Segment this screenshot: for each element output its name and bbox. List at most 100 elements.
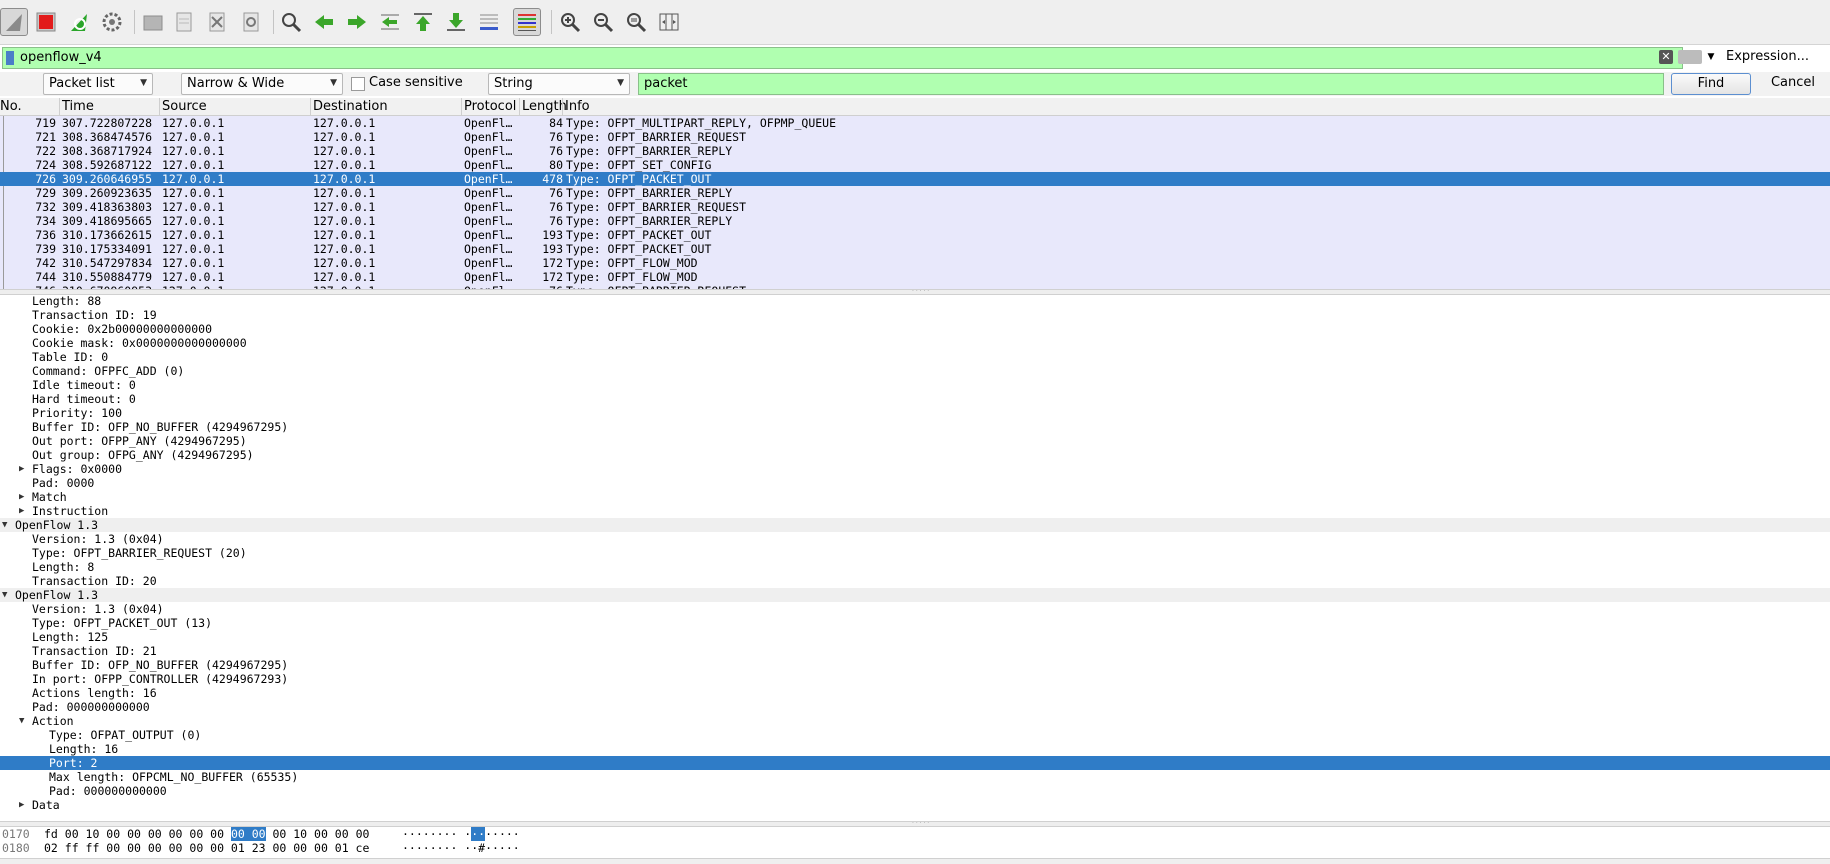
shark-fin-icon[interactable] bbox=[0, 8, 28, 36]
column-header-no[interactable]: No. bbox=[0, 99, 22, 114]
zoom-in-icon[interactable] bbox=[557, 9, 583, 35]
expand-arrow-right-icon[interactable]: ▶ bbox=[19, 798, 29, 812]
colorize-icon[interactable] bbox=[513, 8, 541, 36]
packet-row[interactable]: 739 310.175334091 127.0.0.1 127.0.0.1 OpenFl… bbox=[0, 242, 1830, 256]
packet-row[interactable]: 736 310.173662615 127.0.0.1 127.0.0.1 OpenFl… bbox=[0, 228, 1830, 242]
protocol-tree-item[interactable]: Cookie: 0x2b00000000000000 bbox=[0, 322, 1830, 336]
cancel-button[interactable]: Cancel bbox=[1758, 73, 1828, 93]
protocol-tree-item[interactable]: Length: 88 bbox=[0, 294, 1830, 308]
protocol-tree-item[interactable]: Type: OFPT_BARRIER_REQUEST (20) bbox=[0, 546, 1830, 560]
packet-row[interactable]: 742 310.547297834 127.0.0.1 127.0.0.1 OpenFl… bbox=[0, 256, 1830, 270]
protocol-tree-item[interactable]: Command: OFPFC_ADD (0) bbox=[0, 364, 1830, 378]
case-sensitive-checkbox[interactable] bbox=[351, 77, 365, 91]
bookmark-icon[interactable] bbox=[6, 51, 14, 65]
protocol-tree-item[interactable]: Idle timeout: 0 bbox=[0, 378, 1830, 392]
protocol-tree-item[interactable]: Type: OFPAT_OUTPUT (0) bbox=[0, 728, 1830, 742]
packet-row[interactable]: 719 307.722807228 127.0.0.1 127.0.0.1 OpenFl… bbox=[0, 116, 1830, 130]
find-button[interactable]: Find bbox=[1671, 73, 1751, 95]
column-header-time[interactable]: Time bbox=[62, 99, 94, 114]
protocol-tree-item[interactable]: Out port: OFPP_ANY (4294967295) bbox=[0, 434, 1830, 448]
display-filter-input[interactable]: openflow_v4 ✕ bbox=[2, 47, 1702, 69]
packet-row[interactable]: 734 309.418695665 127.0.0.1 127.0.0.1 OpenFl… bbox=[0, 214, 1830, 228]
protocol-tree-item[interactable]: ▶ Flags: 0x0000 bbox=[0, 462, 1830, 476]
find-query-input[interactable]: packet bbox=[638, 73, 1664, 95]
packet-row[interactable]: 721 308.368474576 127.0.0.1 127.0.0.1 OpenFl… bbox=[0, 130, 1830, 144]
packet-row[interactable]: 744 310.550884779 127.0.0.1 127.0.0.1 OpenFl… bbox=[0, 270, 1830, 284]
protocol-tree-item[interactable]: Length: 16 bbox=[0, 742, 1830, 756]
packet-row[interactable]: 722 308.368717924 127.0.0.1 127.0.0.1 OpenFl… bbox=[0, 144, 1830, 158]
column-separator[interactable] bbox=[159, 98, 160, 115]
column-separator[interactable] bbox=[310, 98, 311, 115]
protocol-tree-item[interactable]: Version: 1.3 (0x04) bbox=[0, 602, 1830, 616]
protocol-tree-item[interactable]: Pad: 000000000000 bbox=[0, 784, 1830, 798]
column-separator[interactable] bbox=[461, 98, 462, 115]
packet-row[interactable]: 726 309.260646955 127.0.0.1 127.0.0.1 OpenFl… bbox=[0, 172, 1830, 186]
protocol-tree-item[interactable]: Out group: OFPG_ANY (4294967295) bbox=[0, 448, 1830, 462]
protocol-tree-item[interactable]: Cookie mask: 0x0000000000000000 bbox=[0, 336, 1830, 350]
auto-scroll-icon[interactable] bbox=[476, 9, 502, 35]
find-packet-icon[interactable] bbox=[278, 9, 304, 35]
protocol-tree-item[interactable]: Pad: 0000 bbox=[0, 476, 1830, 490]
protocol-tree-item[interactable]: Hard timeout: 0 bbox=[0, 392, 1830, 406]
hex-dump-row[interactable]: 0170 fd 00 10 00 00 00 00 00 00 00 00 00 … bbox=[0, 827, 1830, 841]
protocol-tree-section[interactable]: ▼ OpenFlow 1.3 bbox=[0, 518, 1830, 532]
protocol-tree-item[interactable]: Table ID: 0 bbox=[0, 350, 1830, 364]
protocol-tree-item[interactable]: Max length: OFPCML_NO_BUFFER (65535) bbox=[0, 770, 1830, 784]
clear-filter-icon[interactable]: ✕ bbox=[1659, 50, 1673, 64]
protocol-tree-item[interactable]: In port: OFPP_CONTROLLER (4294967293) bbox=[0, 672, 1830, 686]
resize-columns-icon[interactable] bbox=[656, 9, 682, 35]
protocol-tree-item[interactable]: Priority: 100 bbox=[0, 406, 1830, 420]
packet-row[interactable]: 729 309.260923635 127.0.0.1 127.0.0.1 OpenFl… bbox=[0, 186, 1830, 200]
apply-filter-arrow-icon[interactable] bbox=[1678, 50, 1702, 64]
close-file-icon[interactable] bbox=[204, 9, 230, 35]
column-separator[interactable] bbox=[59, 98, 60, 115]
expression-button[interactable]: Expression... bbox=[1726, 49, 1809, 64]
protocol-tree-item[interactable]: Buffer ID: OFP_NO_BUFFER (4294967295) bbox=[0, 420, 1830, 434]
column-separator[interactable] bbox=[562, 98, 563, 115]
protocol-tree-item[interactable]: Actions length: 16 bbox=[0, 686, 1830, 700]
expand-arrow-down-icon[interactable]: ▼ bbox=[19, 714, 29, 728]
go-first-icon[interactable] bbox=[410, 9, 436, 35]
protocol-tree-item[interactable]: Transaction ID: 21 bbox=[0, 644, 1830, 658]
protocol-tree-item[interactable]: Type: OFPT_PACKET_OUT (13) bbox=[0, 616, 1830, 630]
protocol-tree-item[interactable]: Pad: 000000000000 bbox=[0, 700, 1830, 714]
column-header-length[interactable]: Length bbox=[522, 99, 567, 114]
go-back-icon[interactable] bbox=[311, 9, 337, 35]
options-gear-icon[interactable] bbox=[99, 9, 125, 35]
restart-icon[interactable] bbox=[66, 9, 92, 35]
protocol-tree-item[interactable]: Transaction ID: 19 bbox=[0, 308, 1830, 322]
protocol-tree-item[interactable]: Transaction ID: 20 bbox=[0, 574, 1830, 588]
protocol-tree-item[interactable]: ▶ Match bbox=[0, 490, 1830, 504]
column-header-protocol[interactable]: Protocol bbox=[464, 99, 516, 114]
expand-arrow-down-icon[interactable]: ▼ bbox=[2, 588, 12, 602]
search-type-select[interactable]: String ▼ bbox=[488, 73, 630, 95]
packet-row[interactable]: 732 309.418363803 127.0.0.1 127.0.0.1 OpenFl… bbox=[0, 200, 1830, 214]
packet-row[interactable]: 724 308.592687122 127.0.0.1 127.0.0.1 OpenFl… bbox=[0, 158, 1830, 172]
hex-dump-row[interactable]: 0180 02 ff ff 00 00 00 00 00 00 01 23 00 … bbox=[0, 841, 1830, 855]
protocol-tree-item[interactable]: ▼ Action bbox=[0, 714, 1830, 728]
column-header-destination[interactable]: Destination bbox=[313, 99, 388, 114]
filter-history-chevron-icon[interactable]: ▼ bbox=[1704, 47, 1718, 67]
protocol-tree-item[interactable]: Buffer ID: OFP_NO_BUFFER (4294967295) bbox=[0, 658, 1830, 672]
expand-arrow-right-icon[interactable]: ▶ bbox=[19, 462, 29, 476]
search-scope-select[interactable]: Packet list ▼ bbox=[43, 73, 153, 95]
column-header-source[interactable]: Source bbox=[162, 99, 207, 114]
protocol-tree-item[interactable]: ▶ Instruction bbox=[0, 504, 1830, 518]
char-width-select[interactable]: Narrow & Wide ▼ bbox=[181, 73, 343, 95]
protocol-tree-item[interactable]: Port: 2 bbox=[0, 756, 1830, 770]
zoom-out-icon[interactable] bbox=[590, 9, 616, 35]
expand-arrow-right-icon[interactable]: ▶ bbox=[19, 490, 29, 504]
column-header-info[interactable]: Info bbox=[565, 99, 590, 114]
go-last-icon[interactable] bbox=[443, 9, 469, 35]
go-to-packet-icon[interactable] bbox=[377, 9, 403, 35]
stop-icon[interactable] bbox=[33, 9, 59, 35]
column-separator[interactable] bbox=[519, 98, 520, 115]
open-file-icon[interactable] bbox=[140, 9, 166, 35]
protocol-tree-item[interactable]: Length: 125 bbox=[0, 630, 1830, 644]
go-forward-icon[interactable] bbox=[344, 9, 370, 35]
protocol-tree-item[interactable]: ▶ Data bbox=[0, 798, 1830, 812]
expand-arrow-down-icon[interactable]: ▼ bbox=[2, 518, 12, 532]
zoom-normal-icon[interactable] bbox=[623, 9, 649, 35]
expand-arrow-right-icon[interactable]: ▶ bbox=[19, 504, 29, 518]
protocol-tree-item[interactable]: Version: 1.3 (0x04) bbox=[0, 532, 1830, 546]
